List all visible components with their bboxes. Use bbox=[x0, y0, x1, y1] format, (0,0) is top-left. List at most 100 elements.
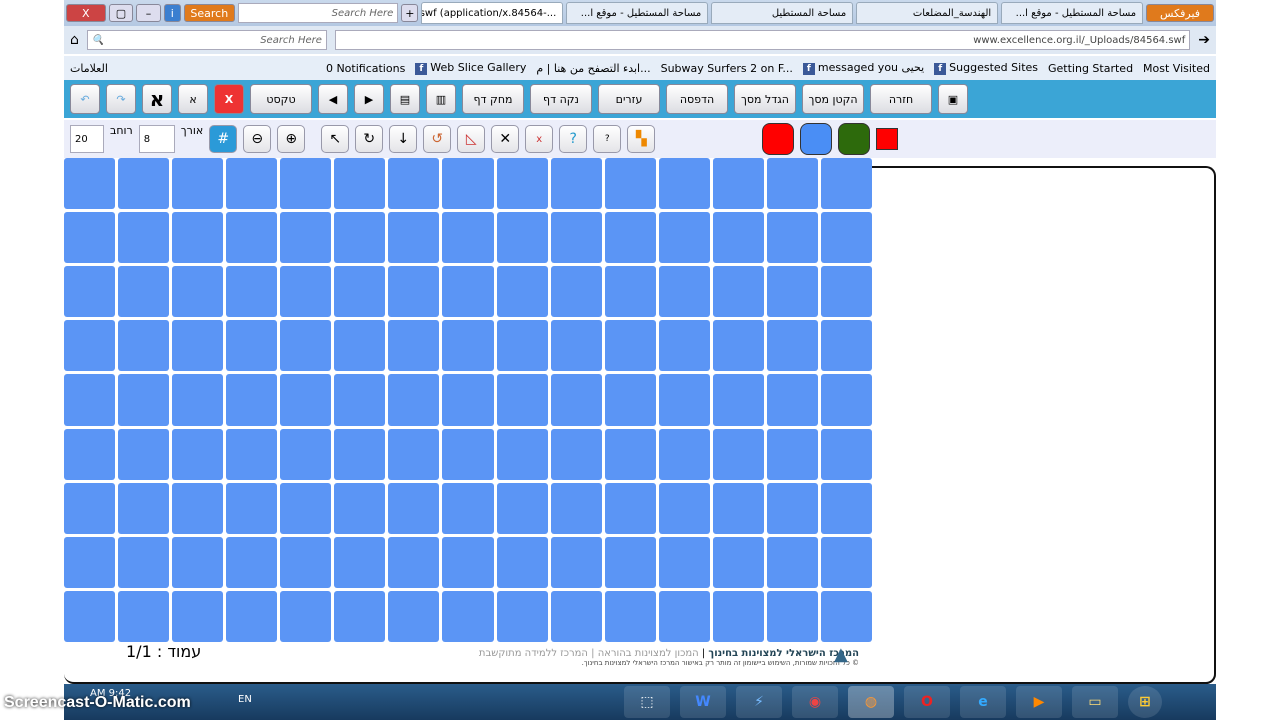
pointer-icon[interactable]: ↖ bbox=[321, 125, 350, 153]
grid-cell[interactable] bbox=[658, 482, 710, 534]
grid-cell[interactable] bbox=[766, 482, 818, 534]
grid-cell[interactable] bbox=[172, 158, 224, 210]
grid-cell[interactable] bbox=[712, 536, 764, 588]
grid-cell[interactable] bbox=[118, 158, 170, 210]
grid-cell[interactable] bbox=[172, 428, 224, 480]
grid-cell[interactable] bbox=[604, 374, 656, 426]
grid-cell[interactable] bbox=[280, 482, 332, 534]
grid-cell[interactable] bbox=[766, 266, 818, 318]
back-button[interactable]: חזרה bbox=[870, 84, 932, 114]
window-minimize-button[interactable]: – bbox=[136, 4, 161, 22]
grid-cell[interactable] bbox=[604, 212, 656, 264]
grid-cell[interactable] bbox=[550, 374, 602, 426]
grid-cell[interactable] bbox=[550, 158, 602, 210]
grid-cell[interactable] bbox=[712, 158, 764, 210]
delete-page-button[interactable]: מחק דף bbox=[462, 84, 524, 114]
grid-cell[interactable] bbox=[604, 590, 656, 642]
grid-cell[interactable] bbox=[172, 482, 224, 534]
grid-cell[interactable] bbox=[64, 266, 116, 318]
snipping-tool-icon[interactable]: ⬚ bbox=[624, 686, 670, 718]
word-icon[interactable]: W bbox=[680, 686, 726, 718]
bookmark-item[interactable]: ابدء التصفح من هنا | م... bbox=[536, 62, 650, 75]
grid-icon[interactable]: # bbox=[209, 125, 238, 153]
ie-icon[interactable]: e bbox=[960, 686, 1006, 718]
bookmark-item[interactable]: f Web Slice Gallery bbox=[415, 61, 526, 75]
grid-cell[interactable] bbox=[820, 266, 872, 318]
grid-cell[interactable] bbox=[442, 428, 494, 480]
grid-cell[interactable] bbox=[334, 428, 386, 480]
color-blue[interactable] bbox=[800, 123, 833, 155]
grid-cell[interactable] bbox=[820, 158, 872, 210]
grid-cell[interactable] bbox=[766, 158, 818, 210]
grid-cell[interactable] bbox=[280, 266, 332, 318]
grid-cell[interactable] bbox=[604, 482, 656, 534]
page-icon[interactable]: ▤ bbox=[390, 84, 420, 114]
grid-cell[interactable] bbox=[496, 266, 548, 318]
grid-cell[interactable] bbox=[226, 212, 278, 264]
grid-cell[interactable] bbox=[658, 212, 710, 264]
grid-cell[interactable] bbox=[658, 590, 710, 642]
grid-cell[interactable] bbox=[64, 320, 116, 372]
help-icon[interactable]: ? bbox=[559, 125, 588, 153]
grid-cell[interactable] bbox=[118, 374, 170, 426]
grid-cell[interactable] bbox=[118, 320, 170, 372]
grid-cell[interactable] bbox=[712, 320, 764, 372]
grid-cell[interactable] bbox=[334, 536, 386, 588]
prev-page-button[interactable]: ◀ bbox=[318, 84, 348, 114]
grid-cell[interactable] bbox=[496, 536, 548, 588]
grid-cell[interactable] bbox=[442, 482, 494, 534]
window-restore-button[interactable]: ▢ bbox=[108, 4, 134, 22]
grid-cell[interactable] bbox=[550, 320, 602, 372]
grid-cell[interactable] bbox=[64, 590, 116, 642]
print-button[interactable]: הדפסה bbox=[666, 84, 728, 114]
grid-cell[interactable] bbox=[64, 212, 116, 264]
go-arrow-icon[interactable]: ➔ bbox=[1198, 32, 1210, 48]
grid-cell[interactable] bbox=[496, 374, 548, 426]
grid-cell[interactable] bbox=[118, 482, 170, 534]
grid-cell[interactable] bbox=[442, 536, 494, 588]
grid-cell[interactable] bbox=[604, 536, 656, 588]
grid-cell[interactable] bbox=[550, 590, 602, 642]
grid-cell[interactable] bbox=[388, 212, 440, 264]
text-button[interactable]: טקסט bbox=[250, 84, 312, 114]
grid-cell[interactable] bbox=[766, 536, 818, 588]
grid-cell[interactable] bbox=[442, 212, 494, 264]
grid-cell[interactable] bbox=[226, 374, 278, 426]
tab-2[interactable]: مساحة المستطيل bbox=[711, 2, 854, 24]
grid-cell[interactable] bbox=[496, 482, 548, 534]
grid-cell[interactable] bbox=[658, 320, 710, 372]
grid-cell[interactable] bbox=[172, 320, 224, 372]
next-page-button[interactable]: ▶ bbox=[354, 84, 384, 114]
chrome-icon[interactable]: ◉ bbox=[792, 686, 838, 718]
bookmark-item[interactable]: f Suggested Sites bbox=[934, 61, 1038, 75]
enlarge-screen-button[interactable]: הגדל מסך bbox=[734, 84, 796, 114]
width-stepper[interactable]: 20 bbox=[70, 125, 104, 153]
grid-cell[interactable] bbox=[604, 266, 656, 318]
nav-search-input[interactable]: 🔍 Search Here bbox=[86, 30, 327, 50]
grid-cell[interactable] bbox=[172, 536, 224, 588]
grid-cell[interactable] bbox=[442, 266, 494, 318]
erase-icon[interactable]: x bbox=[525, 125, 554, 153]
grid-cell[interactable] bbox=[334, 374, 386, 426]
grid-cell[interactable] bbox=[334, 158, 386, 210]
media-player-icon[interactable]: ▶ bbox=[1016, 686, 1062, 718]
grid-cell[interactable] bbox=[820, 320, 872, 372]
grid-cell[interactable] bbox=[334, 482, 386, 534]
grid-cell[interactable] bbox=[766, 320, 818, 372]
zoom-out-icon[interactable]: ⊖ bbox=[243, 125, 272, 153]
grid-cell[interactable] bbox=[766, 590, 818, 642]
grid-cell[interactable] bbox=[226, 590, 278, 642]
grid-cell[interactable] bbox=[658, 158, 710, 210]
large-font-button[interactable]: א bbox=[142, 84, 172, 114]
grid-cell[interactable] bbox=[766, 374, 818, 426]
tab-3[interactable]: الهندسة_المضلعات bbox=[856, 2, 999, 24]
grid-cell[interactable] bbox=[388, 428, 440, 480]
clear-page-button[interactable]: נקה דף bbox=[530, 84, 592, 114]
grid-cell[interactable] bbox=[550, 266, 602, 318]
grid-cell[interactable] bbox=[388, 266, 440, 318]
info-icon[interactable]: i bbox=[163, 4, 181, 22]
grid-cell[interactable] bbox=[496, 590, 548, 642]
close-x-button[interactable]: X bbox=[214, 84, 244, 114]
grid-cell[interactable] bbox=[226, 428, 278, 480]
search-button[interactable]: Search bbox=[183, 4, 235, 22]
